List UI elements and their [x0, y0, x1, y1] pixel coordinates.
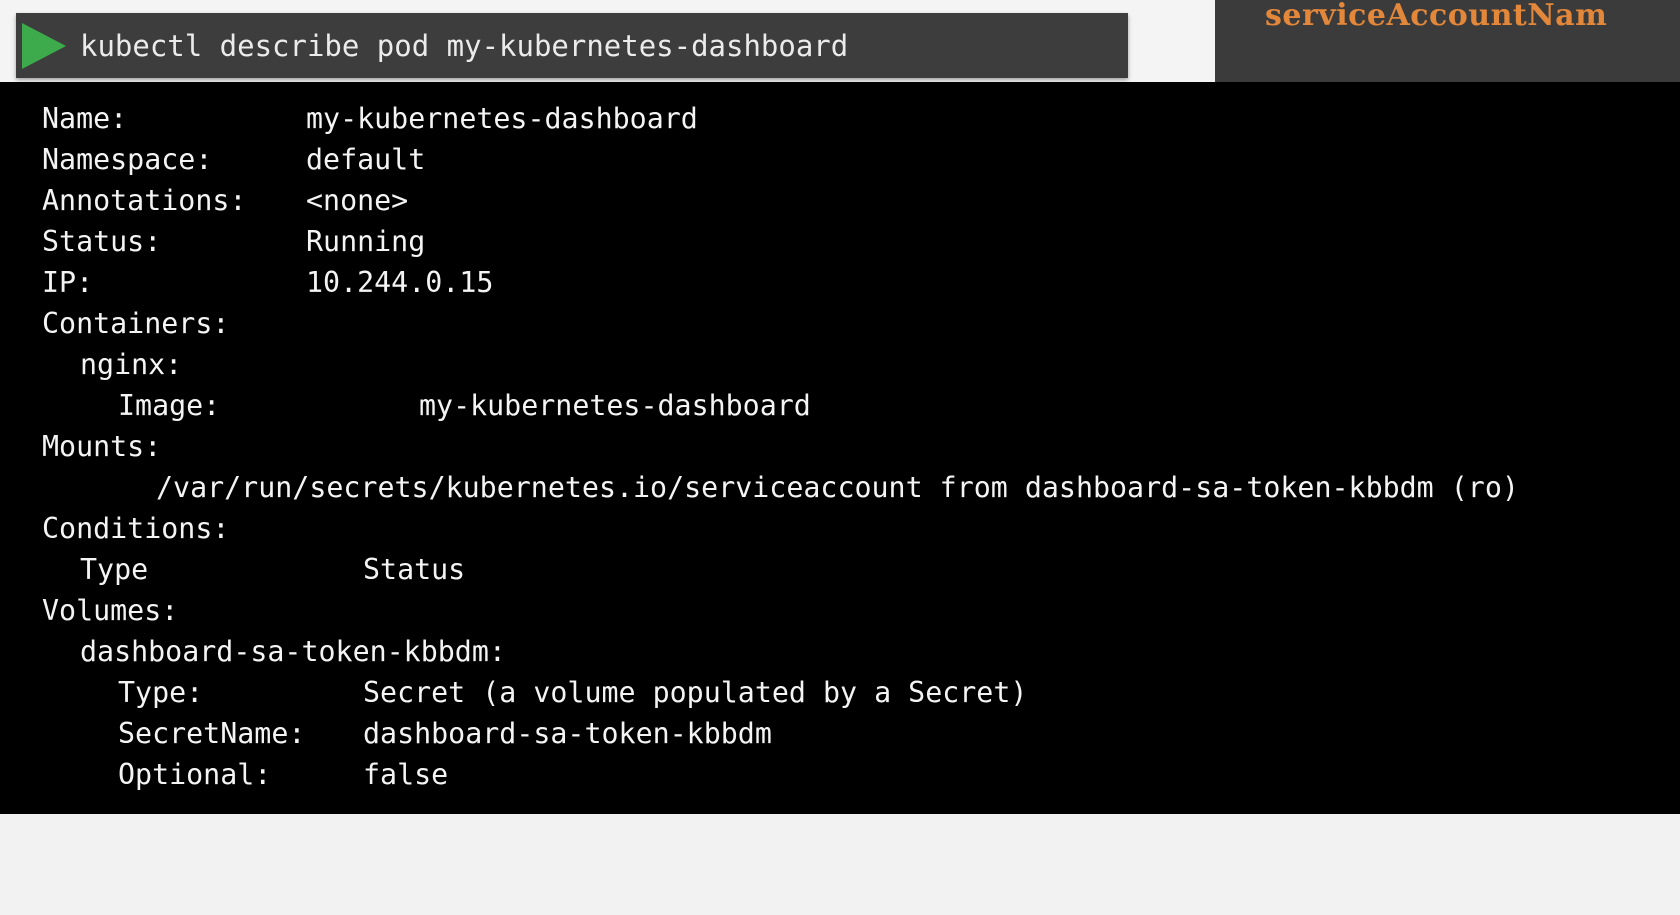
- line-mounts: Mounts:: [0, 427, 161, 467]
- namespace-value: default: [306, 143, 426, 176]
- line-container-nginx: nginx:: [0, 345, 182, 385]
- line-ip: IP: 10.244.0.15: [0, 263, 493, 303]
- line-conditions: Conditions:: [0, 509, 229, 549]
- side-panel: serviceAccountNam: [1215, 0, 1680, 82]
- volume-name: dashboard-sa-token-kbbdm:: [80, 635, 506, 668]
- conditions-type-header: Type: [80, 553, 149, 586]
- line-status: Status: Running: [0, 222, 425, 262]
- line-optional: Optional: false: [0, 755, 448, 795]
- volumes-key: Volumes:: [42, 594, 179, 627]
- name-value: my-kubernetes-dashboard: [306, 102, 698, 135]
- line-mount-path: /var/run/secrets/kubernetes.io/serviceac…: [0, 468, 1519, 508]
- line-containers: Containers:: [0, 304, 229, 344]
- mount-path: /var/run/secrets/kubernetes.io/serviceac…: [156, 471, 1519, 504]
- containers-key: Containers:: [42, 307, 230, 340]
- optional-key: Optional:: [118, 758, 272, 791]
- line-volumes: Volumes:: [0, 591, 178, 631]
- line-volume-name: dashboard-sa-token-kbbdm:: [0, 632, 506, 672]
- command-text: kubectl describe pod my-kubernetes-dashb…: [80, 29, 849, 63]
- namespace-key: Namespace:: [42, 143, 213, 176]
- line-name: Name: my-kubernetes-dashboard: [0, 99, 698, 139]
- secret-name-key: SecretName:: [118, 717, 306, 750]
- name-key: Name:: [42, 102, 128, 135]
- line-volume-type: Type: Secret (a volume populated by a Se…: [0, 673, 1027, 713]
- play-icon[interactable]: [22, 23, 66, 69]
- conditions-key: Conditions:: [42, 512, 230, 545]
- line-namespace: Namespace: default: [0, 140, 425, 180]
- annotations-value: <none>: [306, 184, 409, 217]
- optional-value: false: [363, 758, 449, 791]
- line-annotations: Annotations: <none>: [0, 181, 408, 221]
- conditions-status-header: Status: [363, 553, 466, 586]
- command-bar: kubectl describe pod my-kubernetes-dashb…: [16, 13, 1128, 78]
- terminal-output: Name: my-kubernetes-dashboard Namespace:…: [0, 82, 1680, 814]
- annotations-key: Annotations:: [42, 184, 247, 217]
- line-conditions-header: Type Status: [0, 550, 465, 590]
- status-key: Status:: [42, 225, 162, 258]
- container-name: nginx:: [80, 348, 183, 381]
- volume-type-key: Type:: [118, 676, 204, 709]
- volume-type-value: Secret (a volume populated by a Secret): [363, 676, 1028, 709]
- secret-name-value: dashboard-sa-token-kbbdm: [363, 717, 772, 750]
- line-secret-name: SecretName: dashboard-sa-token-kbbdm: [0, 714, 772, 754]
- mounts-key: Mounts:: [42, 430, 162, 463]
- ip-value: 10.244.0.15: [306, 266, 494, 299]
- status-value: Running: [306, 225, 426, 258]
- image-key: Image:: [118, 389, 221, 422]
- side-label: serviceAccountNam: [1265, 0, 1608, 33]
- ip-key: IP:: [42, 266, 94, 299]
- image-value: my-kubernetes-dashboard: [419, 389, 811, 422]
- line-image: Image: my-kubernetes-dashboard: [0, 386, 811, 426]
